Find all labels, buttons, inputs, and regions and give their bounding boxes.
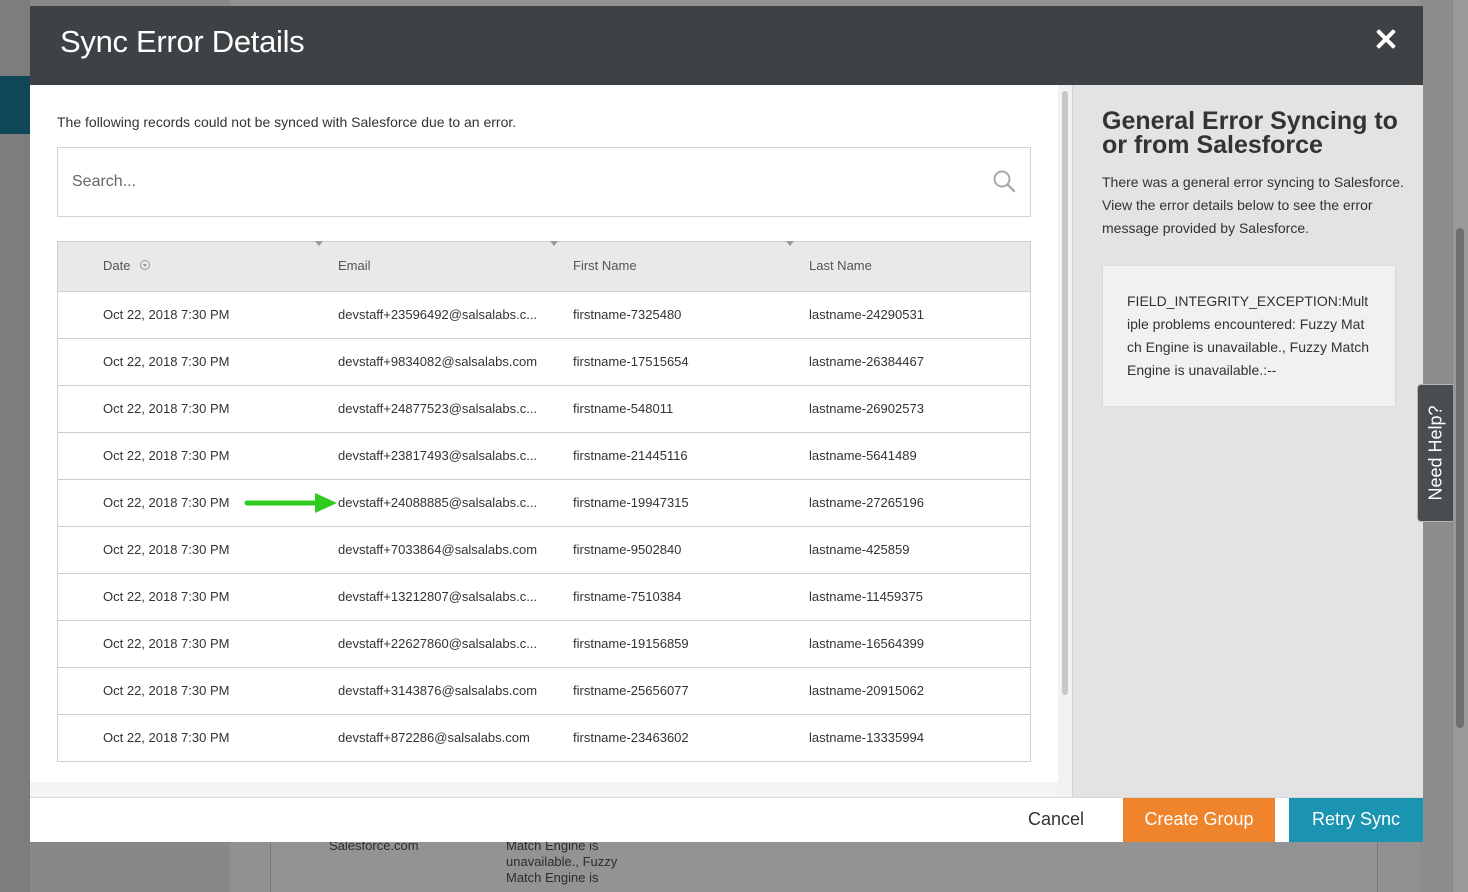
table-row[interactable]: Oct 22, 2018 7:30 PM devstaff+872286@sals…	[58, 715, 1030, 762]
error-title: General Error Syncing to or from Salesfo…	[1102, 107, 1398, 159]
table-row[interactable]: Oct 22, 2018 7:30 PM devstaff+13212807@sa…	[58, 574, 1030, 621]
create-group-button[interactable]: Create Group	[1123, 798, 1275, 842]
cell-first-name: firstname-7510384	[573, 589, 682, 604]
background-table-card	[270, 842, 1378, 892]
cell-last-name: lastname-27265196	[809, 495, 924, 510]
cell-last-name: lastname-26902573	[809, 401, 924, 416]
cell-last-name: lastname-11459375	[809, 589, 923, 604]
retry-sync-button[interactable]: Retry Sync	[1289, 798, 1423, 842]
cell-date: Oct 22, 2018 7:30 PM	[103, 448, 230, 463]
error-message-box: FIELD_INTEGRITY_EXCEPTION:Multiple probl…	[1102, 265, 1396, 407]
column-resize-handle[interactable]	[550, 241, 558, 246]
background-nav-active-item	[0, 76, 30, 134]
cell-first-name: firstname-19156859	[573, 636, 689, 651]
table-row[interactable]: Oct 22, 2018 7:30 PM devstaff+3143876@sal…	[58, 668, 1030, 715]
cell-email: devstaff+23817493@salsalabs.c...	[338, 448, 538, 463]
error-description: There was a general error syncing to Sal…	[1102, 174, 1404, 236]
cell-email: devstaff+7033864@salsalabs.com	[338, 542, 538, 557]
modal-header: Sync Error Details	[30, 6, 1423, 85]
cell-email: devstaff+24088885@salsalabs.c...	[338, 495, 538, 510]
page-scrollbar-thumb[interactable]	[1456, 228, 1464, 728]
intro-text: The following records could not be synce…	[57, 114, 517, 130]
cell-date: Oct 22, 2018 7:30 PM	[103, 636, 230, 651]
cell-last-name: lastname-5641489	[809, 448, 917, 463]
error-records-table: Date Email First Name Last Name Oct 22, …	[57, 241, 1031, 762]
cell-last-name: lastname-425859	[809, 542, 910, 557]
cell-date: Oct 22, 2018 7:30 PM	[103, 354, 230, 369]
need-help-tab[interactable]: Need Help?	[1417, 384, 1453, 522]
modal-title: Sync Error Details	[60, 24, 305, 59]
cancel-button[interactable]: Cancel	[1016, 798, 1096, 842]
cell-email: devstaff+24877523@salsalabs.c...	[338, 401, 538, 416]
cell-first-name: firstname-25656077	[573, 683, 689, 698]
cell-date: Oct 22, 2018 7:30 PM	[103, 683, 230, 698]
cell-date: Oct 22, 2018 7:30 PM	[103, 307, 230, 322]
records-scrollbar-thumb[interactable]	[1062, 91, 1068, 695]
column-header-label: Date	[103, 258, 131, 273]
table-row[interactable]: Oct 22, 2018 7:30 PM devstaff+23817493@sa…	[58, 433, 1030, 480]
cell-first-name: firstname-9502840	[573, 542, 682, 557]
records-pane: The following records could not be synce…	[30, 85, 1058, 797]
search-input[interactable]	[72, 148, 972, 216]
cell-first-name: firstname-548011	[573, 401, 674, 416]
background-text: unavailable., Fuzzy	[506, 854, 618, 869]
search-icon[interactable]	[992, 169, 1016, 193]
modal-body: The following records could not be synce…	[30, 85, 1423, 797]
cell-email: devstaff+22627860@salsalabs.c...	[338, 636, 538, 651]
cell-email: devstaff+13212807@salsalabs.c...	[338, 589, 538, 604]
cell-date: Oct 22, 2018 7:30 PM	[103, 730, 230, 745]
cell-date: Oct 22, 2018 7:30 PM	[103, 589, 230, 604]
table-row[interactable]: Oct 22, 2018 7:30 PM devstaff+22627860@sa…	[58, 621, 1030, 668]
cell-email: devstaff+3143876@salsalabs.com	[338, 683, 538, 698]
sort-icon[interactable]	[140, 259, 151, 270]
cell-last-name: lastname-20915062	[809, 683, 924, 698]
cell-first-name: firstname-7325480	[573, 307, 682, 322]
column-header-email[interactable]: Email	[338, 242, 371, 292]
cell-date: Oct 22, 2018 7:30 PM	[103, 401, 230, 416]
background-text: Match Engine is	[506, 870, 599, 885]
cell-first-name: firstname-17515654	[573, 354, 689, 369]
column-resize-handle[interactable]	[315, 241, 323, 246]
column-header-last-name[interactable]: Last Name	[809, 242, 872, 292]
highlight-arrow-icon	[244, 493, 337, 513]
modal-footer: Cancel Create Group Retry Sync	[30, 797, 1423, 842]
sync-error-modal: Sync Error Details The following records…	[30, 6, 1423, 842]
cell-first-name: firstname-19947315	[573, 495, 689, 510]
cell-last-name: lastname-13335994	[809, 730, 924, 745]
table-row[interactable]: Oct 22, 2018 7:30 PM devstaff+24088885@sa…	[58, 480, 1030, 527]
cell-date: Oct 22, 2018 7:30 PM	[103, 495, 230, 510]
cell-first-name: firstname-23463602	[573, 730, 689, 745]
need-help-label: Need Help?	[1425, 405, 1445, 501]
cell-email: devstaff+872286@salsalabs.com	[338, 730, 530, 745]
background-left-nav	[0, 0, 30, 892]
column-resize-handle[interactable]	[786, 241, 794, 246]
error-details-pane: General Error Syncing to or from Salesfo…	[1072, 85, 1423, 797]
cell-last-name: lastname-26384467	[809, 354, 924, 369]
cell-last-name: lastname-16564399	[809, 636, 924, 651]
table-row[interactable]: Oct 22, 2018 7:30 PM devstaff+23596492@sa…	[58, 292, 1030, 339]
column-header-first-name[interactable]: First Name	[573, 242, 637, 292]
cell-first-name: firstname-21445116	[573, 448, 688, 463]
table-header: Date Email First Name Last Name	[58, 241, 1030, 292]
close-icon[interactable]	[1375, 28, 1397, 50]
cell-date: Oct 22, 2018 7:30 PM	[103, 542, 230, 557]
cell-last-name: lastname-24290531	[809, 307, 924, 322]
table-row[interactable]: Oct 22, 2018 7:30 PM devstaff+7033864@sal…	[58, 527, 1030, 574]
table-body: Oct 22, 2018 7:30 PM devstaff+23596492@sa…	[58, 292, 1030, 762]
search-box[interactable]	[57, 147, 1031, 217]
records-pane-footer-strip	[30, 782, 1058, 797]
cell-email: devstaff+9834082@salsalabs.com	[338, 354, 538, 369]
table-row[interactable]: Oct 22, 2018 7:30 PM devstaff+24877523@sa…	[58, 386, 1030, 433]
table-row[interactable]: Oct 22, 2018 7:30 PM devstaff+9834082@sal…	[58, 339, 1030, 386]
column-header-date[interactable]: Date	[103, 242, 151, 292]
cell-email: devstaff+23596492@salsalabs.c...	[338, 307, 538, 322]
